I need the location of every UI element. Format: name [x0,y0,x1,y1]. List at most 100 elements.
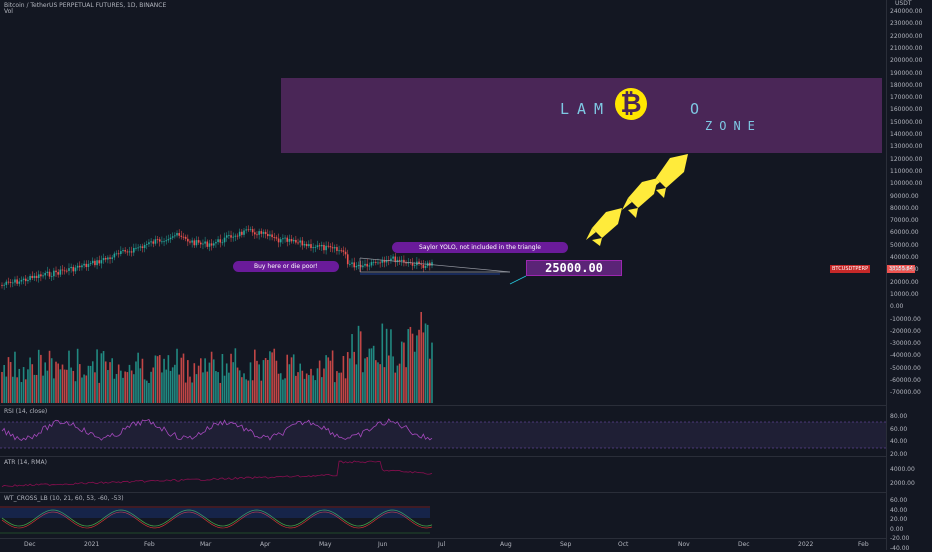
volume-bar [44,362,47,403]
volume-bar [420,311,422,403]
symbol-tag[interactable]: BTCUSDTPERP [830,265,871,273]
volume-bar [316,368,319,403]
pane-separator-atr[interactable] [0,456,886,457]
volume-bar [409,326,412,403]
main-chart[interactable] [0,0,886,538]
volume-bar [329,360,332,403]
volume-bar [225,363,228,403]
price-tick-label: -40000.00 [890,352,921,360]
volume-bar [171,367,174,403]
pane-separator-wt[interactable] [0,492,886,493]
volume-bar [156,356,159,403]
volume-bar [158,355,161,403]
volume-bar [5,376,8,403]
volume-bar [14,351,16,403]
price-tick-label: 120000.00 [890,155,923,163]
saylor-note[interactable]: Saylor YOLO, not included in the triangl… [392,242,568,253]
volume-bar [219,382,222,403]
volume-bar [336,371,338,403]
volume-bar [12,376,14,403]
volume-bar [143,379,146,403]
volume-bar [3,364,5,403]
volume-bar [422,332,425,403]
time-tick-label: 2021 [84,541,100,548]
volume-bar [387,355,390,403]
volume-bar [392,356,394,403]
volume-bar [223,375,226,403]
volume-bar [262,360,265,403]
volume-bar [241,377,243,403]
time-tick-label: Jul [438,541,446,548]
volume-bar [89,365,92,403]
volume-bar [295,375,297,403]
volume-bar [403,342,405,403]
price-tick-label: 190000.00 [890,69,923,77]
time-tick-label: 2022 [798,541,814,548]
atr-label[interactable]: ATR (14, RMA) [4,459,47,466]
volume-bar [33,374,36,403]
volume-bar [416,335,418,403]
volume-bar [117,364,120,403]
volume-bar [174,364,176,403]
volume-bar [63,369,66,403]
volume-bar [413,351,416,403]
buy-here-note[interactable]: Buy here or die poor! [233,261,339,272]
volume-bar [189,376,191,403]
price-tick-label: 60000.00 [890,229,919,237]
price-tick-label: -20000.00 [890,327,921,335]
volume-bar [228,372,230,403]
rsi-tick-label: 20.00 [890,450,908,458]
price-tick-label: -50000.00 [890,364,921,372]
price-target-label[interactable]: 25000.00 [526,260,622,276]
volume-bar [264,358,267,403]
time-tick-label: Sep [560,541,572,548]
volume-bar [333,382,336,403]
volume-bar [87,365,90,403]
volume-bar [429,358,431,403]
volume-bar [308,375,310,403]
volume-bar [312,375,314,403]
price-tick-label: 160000.00 [890,106,923,114]
time-tick-label: Apr [260,541,271,548]
volume-bar [154,355,157,403]
volume-bar [344,378,347,403]
volume-bar [176,348,178,403]
time-tick-label: Oct [618,541,629,548]
volume-bar [102,351,105,403]
volume-bar [7,357,10,403]
wt-tick-label: 20.00 [890,516,908,523]
volume-bar [305,373,308,403]
pane-separator-rsi[interactable] [0,405,886,406]
volume-bar [236,367,239,403]
volume-bar [383,367,386,403]
volume-bar [247,380,250,403]
volume-bar [357,325,360,403]
time-tick-label: Feb [144,541,155,548]
volume-bar [269,351,271,403]
volume-bar [48,350,51,403]
volume-bar [394,372,397,403]
price-tick-label: 230000.00 [890,20,923,28]
volume-bar [208,362,211,403]
volume-bar [113,378,116,403]
volume-bar [349,358,351,403]
volume-bar [379,364,381,403]
volume-bar [325,355,327,403]
volume-bar [359,331,362,403]
rsi-label[interactable]: RSI (14, close) [4,408,47,415]
atr-line [1,460,433,488]
time-tick-label: May [319,541,332,548]
wt-tick-label: -40.00 [890,544,910,552]
volume-bar [145,380,148,403]
volume-bar [340,372,343,403]
volume-bar [193,363,196,403]
price-tick-label: 50000.00 [890,241,919,249]
atr-tick-label: 2000.00 [890,480,915,487]
wt-label[interactable]: WT_CROSS_LB (10, 21, 60, 53, -60, -53) [4,495,124,502]
rsi-tick-label: 60.00 [890,425,908,433]
volume-bar [72,370,75,403]
volume-bar [40,354,42,403]
volume-bar [139,368,142,403]
time-tick-label: Dec [24,541,36,548]
volume-bar [426,324,429,403]
